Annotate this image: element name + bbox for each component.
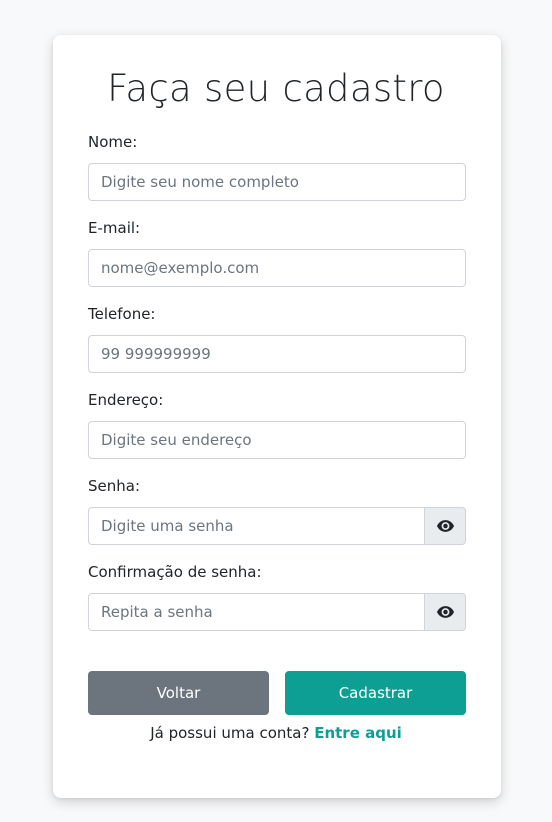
show-password-button[interactable] [424,507,466,545]
back-button[interactable]: Voltar [88,671,269,715]
email-input[interactable] [88,249,466,287]
submit-button[interactable]: Cadastrar [285,671,466,715]
address-label: Endereço: [88,391,164,409]
password-input[interactable] [88,507,425,545]
name-input[interactable] [88,163,466,201]
name-label: Nome: [88,133,138,151]
login-prompt: Já possui uma conta? Entre aqui [0,724,552,742]
email-label: E-mail: [88,219,141,237]
password-label: Senha: [88,477,141,495]
login-link[interactable]: Entre aqui [314,724,402,742]
page-title: Faça seu cadastro [107,67,445,110]
phone-input[interactable] [88,335,466,373]
phone-label: Telefone: [88,305,156,323]
eye-icon [436,520,454,532]
login-prompt-text: Já possui uma conta? [150,724,310,742]
password-confirm-input[interactable] [88,593,425,631]
eye-icon [436,606,454,618]
address-input[interactable] [88,421,466,459]
password-confirm-label: Confirmação de senha: [88,563,262,581]
show-password-confirm-button[interactable] [424,593,466,631]
